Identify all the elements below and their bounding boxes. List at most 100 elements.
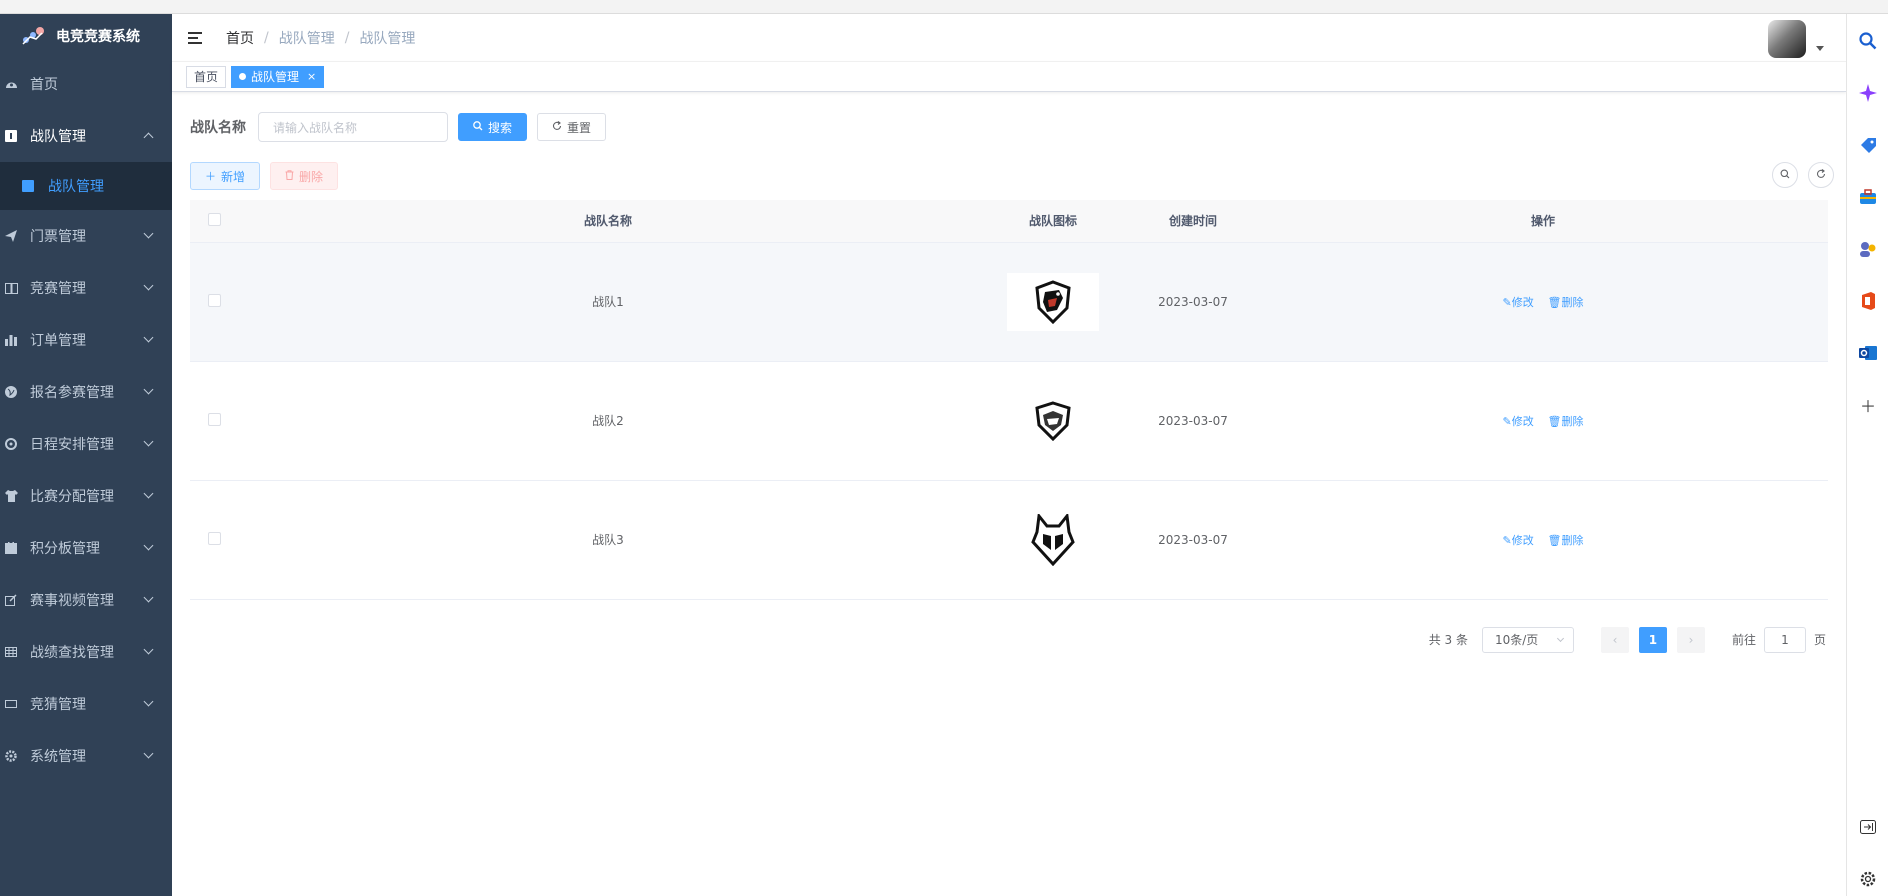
page-number-button[interactable]: 1: [1638, 626, 1667, 653]
search-icon[interactable]: [1857, 30, 1879, 52]
main-area: 首页 / 战队管理 / 战队管理 首页 战队管理 × 战队名称 请输入战队名称: [172, 14, 1846, 896]
sidebar-item-label: 系统管理: [30, 749, 86, 765]
column-header: 战队图标: [978, 200, 1128, 243]
hamburger-icon[interactable]: [188, 31, 204, 44]
delete-button[interactable]: 删除: [270, 162, 339, 190]
tag-icon[interactable]: [1857, 134, 1879, 156]
delete-link[interactable]: 🗑︎删除: [1548, 534, 1584, 547]
sidebar-item-tickets[interactable]: 门票管理: [0, 210, 172, 262]
sidebar-item-team[interactable]: 战队管理: [0, 110, 172, 162]
chevron-down-icon: [143, 540, 154, 551]
page-size-select[interactable]: 10条/页: [1481, 626, 1574, 653]
row-checkbox[interactable]: [207, 531, 221, 545]
sidebar-item-competition[interactable]: 竞赛管理: [0, 262, 172, 314]
edit-label: 修改: [1511, 533, 1534, 547]
add-button[interactable]: ＋ 新增: [190, 162, 261, 190]
table-row[interactable]: 战队2 2023-03-07 ✎修改 🗑︎删除: [190, 361, 1828, 481]
caret-down-icon[interactable]: [1816, 46, 1824, 51]
sidebar-item-label: 赛事视频管理: [30, 593, 114, 609]
trash-icon: 🗑︎: [1547, 414, 1562, 428]
sidebar-item-home[interactable]: 首页: [0, 58, 172, 110]
delete-link[interactable]: 🗑︎删除: [1548, 296, 1584, 309]
search-label: 战队名称: [190, 120, 246, 136]
edit-link[interactable]: ✎修改: [1502, 415, 1533, 428]
tag-team-manage[interactable]: 战队管理 ×: [231, 65, 325, 88]
sidebar-item-label: 竞猜管理: [30, 697, 86, 713]
created-date-cell: 2023-03-07: [1128, 480, 1258, 600]
sidebar-item-label: 日程安排管理: [30, 437, 114, 453]
chevron-down-icon: [143, 748, 154, 759]
gear-icon[interactable]: [1857, 868, 1879, 890]
delete-button-label: 删除: [299, 169, 324, 184]
toolbox-icon[interactable]: [1857, 186, 1879, 208]
team-icon: [4, 129, 18, 143]
plus-icon[interactable]: ＋: [1857, 394, 1879, 416]
sidebar-item-orders[interactable]: 订单管理: [0, 314, 172, 366]
delete-label: 删除: [1561, 533, 1584, 547]
browser-tab-strip: [0, 0, 1888, 14]
row-checkbox[interactable]: [207, 293, 221, 307]
sidebar-item-records[interactable]: 战绩查找管理: [0, 626, 172, 678]
search-button-label: 搜索: [488, 120, 513, 135]
goto-page-input[interactable]: 1: [1763, 626, 1806, 653]
avatar[interactable]: [1768, 20, 1806, 58]
app-logo[interactable]: 电竞竞赛系统: [0, 14, 172, 58]
add-button-label: 新增: [221, 169, 246, 184]
select-all-checkbox[interactable]: [207, 212, 221, 226]
breadcrumb-home[interactable]: 首页: [226, 28, 254, 48]
sidebar-item-guess[interactable]: 竞猜管理: [0, 678, 172, 730]
team-name-input[interactable]: 请输入战队名称: [258, 112, 448, 142]
table-row[interactable]: 战队3 2023-03-07 ✎修改 🗑︎删除: [190, 480, 1828, 600]
send-icon: [4, 229, 18, 243]
sidebar-item-video[interactable]: 赛事视频管理: [0, 574, 172, 626]
breadcrumb-team: 战队管理: [278, 30, 335, 47]
outlook-icon[interactable]: [1857, 342, 1879, 364]
sidebar-collapse-icon[interactable]: [1857, 816, 1879, 838]
search-button[interactable]: 搜索: [458, 113, 528, 141]
row-checkbox[interactable]: [207, 412, 221, 426]
sidebar-item-match-assign[interactable]: 比赛分配管理: [0, 470, 172, 522]
sidebar-item-registration[interactable]: 报名参赛管理: [0, 366, 172, 418]
tags-view: 首页 战队管理 ×: [172, 62, 1846, 92]
sidebar-subitem-team-manage[interactable]: 战队管理: [0, 162, 172, 210]
next-page-button[interactable]: ›: [1676, 626, 1705, 653]
search-icon: [473, 120, 483, 134]
toggle-search-button[interactable]: [1772, 162, 1798, 188]
sidebar-item-label: 报名参赛管理: [30, 385, 114, 401]
page-jumper: 前往 1 页: [1732, 626, 1826, 653]
book-icon: [4, 281, 18, 295]
sparkle-icon[interactable]: [1857, 82, 1879, 104]
team-logo-image[interactable]: [1007, 272, 1099, 331]
close-icon[interactable]: ×: [307, 67, 316, 87]
edit-link[interactable]: ✎修改: [1502, 534, 1533, 547]
trash-icon: 🗑︎: [1547, 295, 1562, 309]
column-header: 创建时间: [1128, 200, 1258, 243]
sidebar-item-label: 战队管理: [30, 129, 86, 145]
edit-link[interactable]: ✎修改: [1502, 296, 1533, 309]
refresh-table-button[interactable]: [1808, 162, 1834, 188]
plus-icon: ＋: [205, 170, 216, 183]
sidebar-item-schedule[interactable]: 日程安排管理: [0, 418, 172, 470]
sidebar-item-label: 首页: [30, 77, 58, 93]
people-icon[interactable]: [1857, 238, 1879, 260]
sidebar-item-scoreboard[interactable]: 积分板管理: [0, 522, 172, 574]
team-logo-cell: [978, 361, 1128, 481]
table-row[interactable]: 战队1 2023-03-07 ✎修改 🗑︎删除: [190, 242, 1828, 362]
team-logo-image[interactable]: [1007, 391, 1099, 450]
delete-link[interactable]: 🗑︎删除: [1548, 415, 1584, 428]
breadcrumb-separator: /: [344, 29, 350, 46]
team-logo-cell: [978, 242, 1128, 362]
column-header[interactable]: 战队名称: [238, 200, 978, 243]
sidebar: 电竞竞赛系统 首页 战队管理 战队管理 门票管理 竞赛管理 订单管理 报名参赛管…: [0, 14, 172, 896]
team-table: 战队名称 战队图标 创建时间 操作 战队1 2023-03-07 ✎修改 🗑︎删…: [190, 200, 1828, 600]
sidebar-item-system[interactable]: 系统管理: [0, 730, 172, 782]
breadcrumb-current: 战队管理: [359, 30, 416, 47]
reset-button[interactable]: 重置: [537, 113, 607, 141]
prev-page-button[interactable]: ‹: [1600, 626, 1629, 653]
team-logo-image[interactable]: [1007, 510, 1099, 569]
tag-home[interactable]: 首页: [186, 65, 227, 88]
team-name-cell: 战队2: [238, 361, 978, 481]
sidebar-item-label: 积分板管理: [30, 541, 100, 557]
row-select-cell: [190, 361, 238, 481]
office-icon[interactable]: [1857, 290, 1879, 312]
